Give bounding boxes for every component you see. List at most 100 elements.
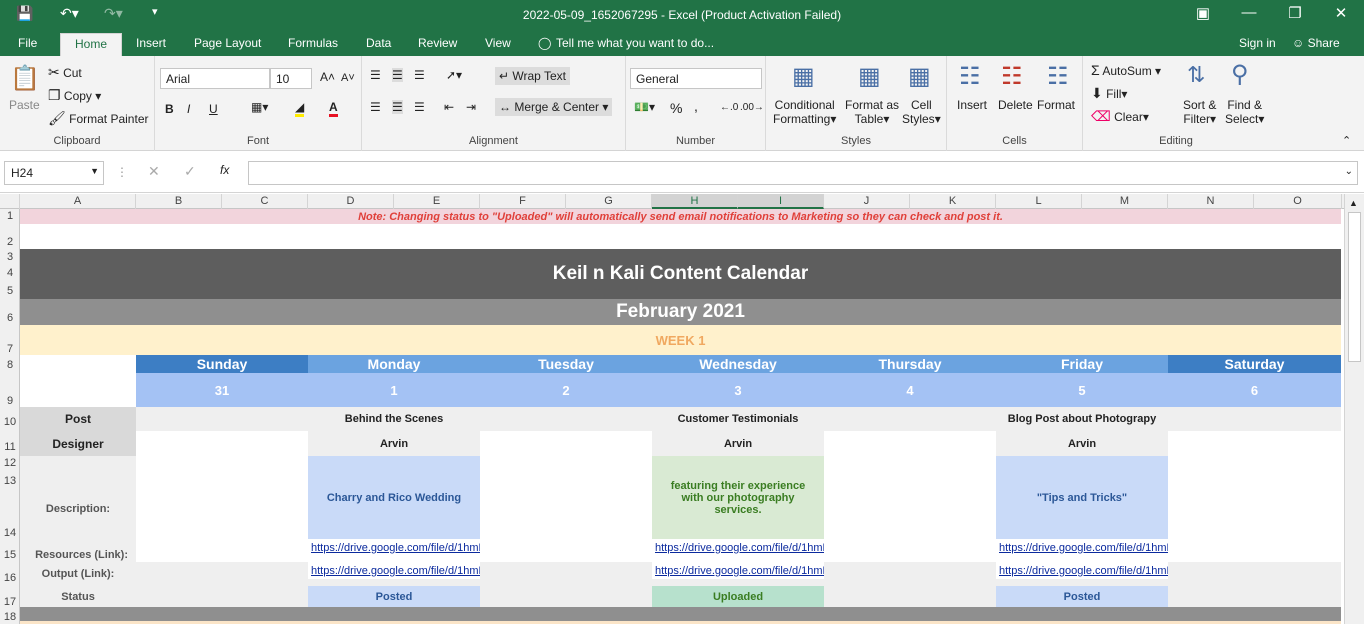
name-box-dropdown-icon[interactable]: ▼ (90, 166, 99, 176)
paste-button[interactable]: Paste (9, 98, 40, 112)
row-header[interactable]: 12 (0, 457, 20, 469)
desc-wednesday[interactable]: featuring their experience with our phot… (652, 456, 824, 539)
confirm-entry-icon[interactable]: ✓ (184, 163, 196, 180)
row-header[interactable]: 18 (0, 611, 20, 623)
row-header[interactable]: 7 (0, 343, 20, 355)
day-header-saturday[interactable]: Saturday (1168, 355, 1341, 373)
row-header[interactable]: 2 (0, 236, 20, 248)
underline-button[interactable]: U (209, 102, 218, 116)
cancel-entry-icon[interactable]: ✕ (148, 163, 160, 180)
label-resources[interactable]: Resources (Link): (20, 547, 136, 562)
cell-styles-button[interactable]: Cell Styles▾ (902, 98, 941, 126)
designer-friday[interactable]: Arvin (996, 431, 1168, 456)
date-cell[interactable]: 4 (824, 373, 996, 407)
cut-button[interactable]: ✂ Cut (48, 64, 82, 81)
decrease-decimal-icon[interactable]: .00→ (740, 102, 764, 113)
collapse-ribbon-icon[interactable]: ⌃ (1342, 134, 1351, 147)
ribbon-display-icon[interactable]: ▣ (1188, 4, 1218, 22)
column-header[interactable]: M (1082, 194, 1168, 209)
day-header-tuesday[interactable]: Tuesday (480, 355, 652, 373)
date-cell[interactable]: 1 (308, 373, 480, 407)
wrap-text-button[interactable]: ↵ Wrap Text (495, 67, 570, 85)
tab-formulas[interactable]: Formulas (288, 36, 338, 50)
format-as-table-button[interactable]: Format as Table▾ (845, 98, 899, 126)
row-header[interactable]: 15 (0, 549, 20, 561)
day-header-wednesday[interactable]: Wednesday (652, 355, 824, 373)
day-header-monday[interactable]: Monday (308, 355, 480, 373)
designer-wednesday[interactable]: Arvin (652, 431, 824, 456)
comma-button[interactable]: , (694, 98, 698, 114)
paste-icon[interactable]: 📋 (10, 64, 40, 93)
tell-me-input[interactable]: Tell me what you want to do... (556, 36, 714, 50)
status-friday[interactable]: Posted (996, 586, 1168, 607)
align-center-icon[interactable]: ☰ (392, 100, 403, 114)
close-icon[interactable]: ✕ (1326, 4, 1356, 22)
insert-cells-button[interactable]: Insert (957, 98, 987, 112)
format-as-table-icon[interactable]: ▦ (858, 62, 881, 91)
week-header[interactable]: WEEK 1 (20, 325, 1341, 355)
fill-color-icon[interactable]: ◢ (295, 100, 305, 117)
row-header[interactable]: 6 (0, 312, 20, 324)
insert-function-button[interactable]: fx (220, 163, 229, 177)
column-header[interactable]: I (738, 194, 824, 209)
scroll-thumb[interactable] (1348, 212, 1361, 362)
share-button[interactable]: ☺ Share (1292, 36, 1340, 50)
tab-insert[interactable]: Insert (136, 36, 166, 50)
note-banner[interactable]: Note: Changing status to "Uploaded" will… (20, 209, 1341, 224)
row-header[interactable]: 16 (0, 572, 20, 584)
label-output[interactable]: Output (Link): (20, 562, 136, 586)
row-header[interactable]: 13 (0, 475, 20, 487)
bottom-align-icon[interactable]: ☰ (414, 68, 425, 82)
find-select-button[interactable]: Find & Select▾ (1225, 98, 1264, 126)
font-size-select[interactable]: 10 (270, 68, 312, 89)
date-cell[interactable]: 2 (480, 373, 652, 407)
format-cells-icon[interactable]: ☷ (1047, 62, 1069, 91)
post-wednesday[interactable]: Customer Testimonials (652, 407, 824, 431)
column-header[interactable]: E (394, 194, 480, 209)
restore-icon[interactable]: ❐ (1280, 4, 1310, 22)
row-header[interactable]: 11 (0, 441, 20, 453)
worksheet-grid[interactable]: Note: Changing status to "Uploaded" will… (20, 209, 1341, 624)
calendar-title[interactable]: Keil n Kali Content Calendar (20, 249, 1341, 299)
insert-cells-icon[interactable]: ☷ (959, 62, 981, 91)
increase-indent-icon[interactable]: ⇥ (466, 100, 476, 114)
sort-filter-icon[interactable]: ⇅ (1187, 62, 1205, 88)
row-header[interactable]: 10 (0, 416, 20, 428)
cell-styles-icon[interactable]: ▦ (908, 62, 931, 91)
designer-monday[interactable]: Arvin (308, 431, 480, 456)
output-link-friday[interactable]: https://drive.google.com/file/d/1hmL (996, 562, 1168, 579)
post-friday[interactable]: Blog Post about Photograpy (996, 407, 1168, 431)
column-header[interactable]: F (480, 194, 566, 209)
day-header-friday[interactable]: Friday (996, 355, 1168, 373)
bold-button[interactable]: B (165, 102, 174, 116)
row-header[interactable]: 4 (0, 267, 20, 279)
clear-button[interactable]: ⌫ Clear▾ (1091, 108, 1149, 125)
tab-view[interactable]: View (485, 36, 511, 50)
decrease-indent-icon[interactable]: ⇤ (444, 100, 454, 114)
merge-center-button[interactable]: ↔ Merge & Center ▾ (495, 98, 613, 116)
format-cells-button[interactable]: Format (1037, 98, 1075, 112)
number-format-select[interactable]: General (630, 68, 762, 89)
column-header[interactable]: B (136, 194, 222, 209)
output-link-wednesday[interactable]: https://drive.google.com/file/d/1hmL (652, 562, 824, 579)
orientation-icon[interactable]: ➚▾ (446, 68, 462, 82)
desc-friday[interactable]: "Tips and Tricks" (996, 456, 1168, 539)
column-header[interactable]: H (652, 194, 738, 209)
label-post[interactable]: Post (20, 407, 136, 431)
percent-button[interactable]: % (670, 100, 682, 116)
column-header[interactable]: J (824, 194, 910, 209)
column-header[interactable]: K (910, 194, 996, 209)
resource-link-monday[interactable]: https://drive.google.com/file/d/1hmL (308, 539, 480, 556)
borders-icon[interactable]: ▦▾ (251, 100, 268, 114)
vertical-scrollbar[interactable]: ▲ (1344, 194, 1364, 624)
tab-review[interactable]: Review (418, 36, 457, 50)
row-header[interactable]: 8 (0, 359, 20, 371)
conditional-formatting-icon[interactable]: ▦ (792, 62, 815, 91)
name-box[interactable]: H24 ▼ (4, 161, 104, 185)
status-wednesday[interactable]: Uploaded (652, 586, 824, 607)
expand-formula-icon[interactable]: ⌄ (1345, 166, 1353, 177)
column-header[interactable]: A (20, 194, 136, 209)
column-header[interactable]: O (1254, 194, 1342, 209)
copy-button[interactable]: ❐ Copy ▾ (48, 87, 101, 104)
shrink-font-icon[interactable]: A˅ (341, 72, 355, 84)
